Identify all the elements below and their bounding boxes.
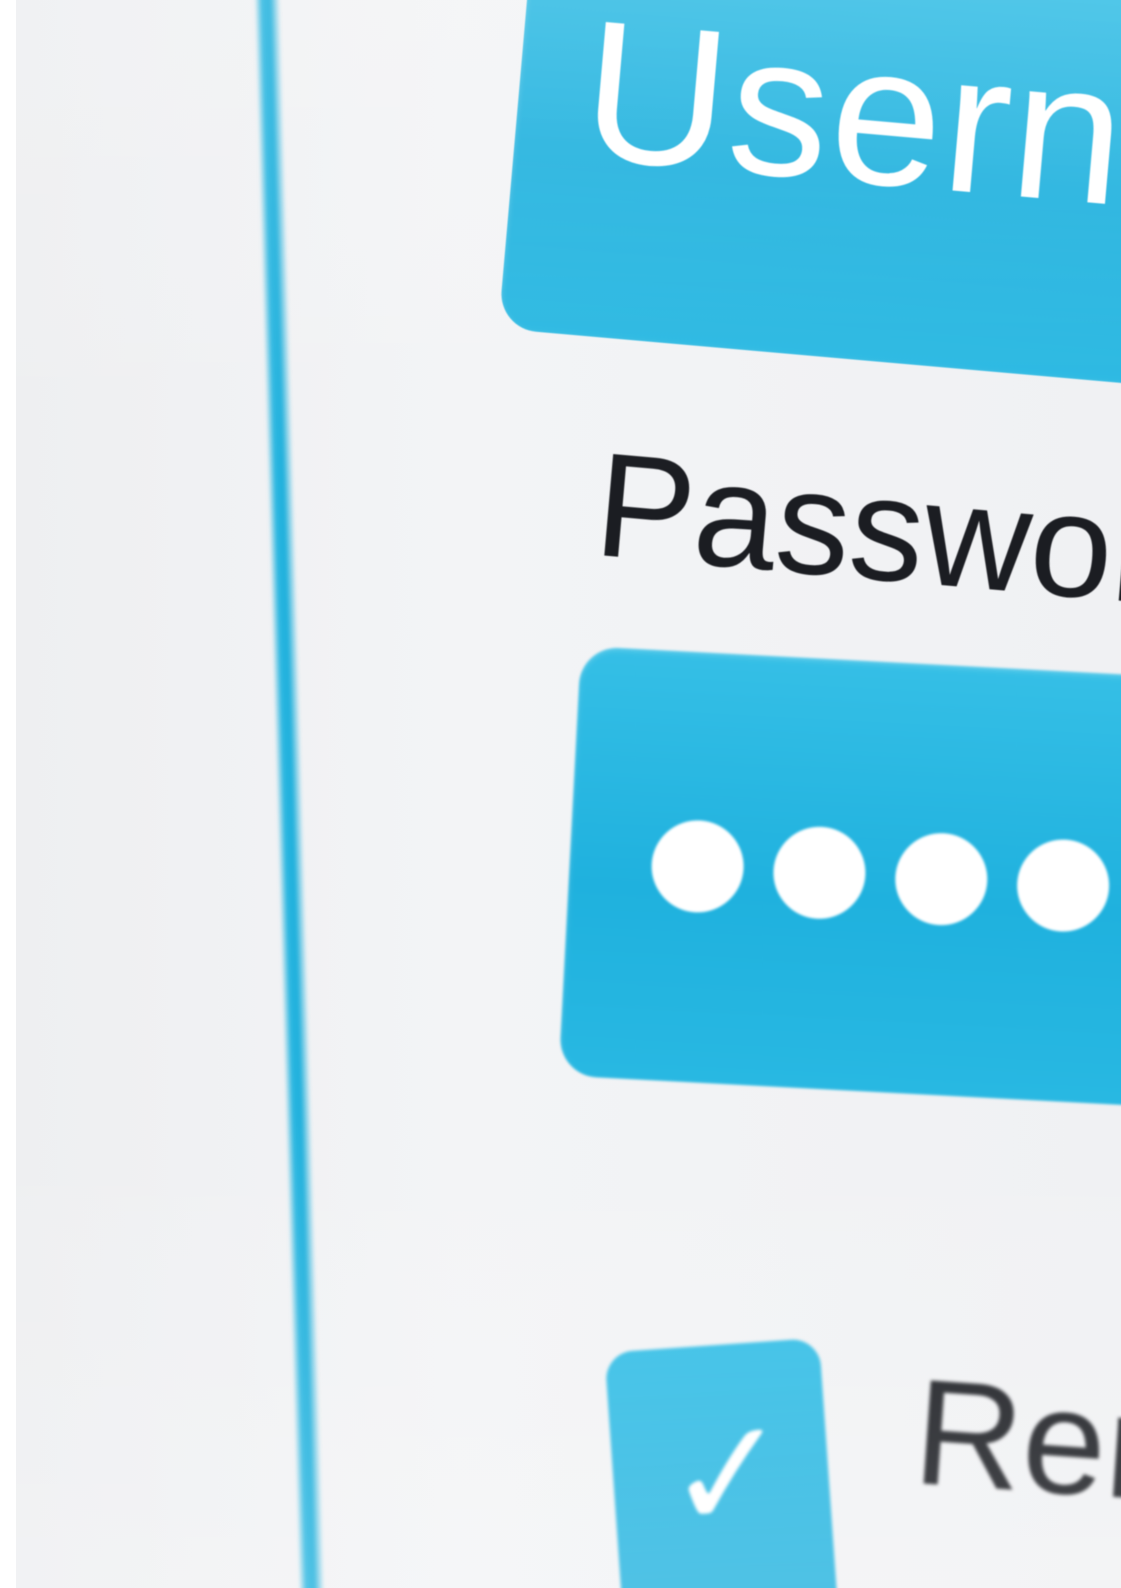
password-input[interactable] <box>558 646 1121 1114</box>
panel-border-line <box>254 0 326 1588</box>
password-dot <box>892 830 990 928</box>
username-value: Userna <box>574 0 1121 258</box>
password-dot <box>1014 837 1112 934</box>
password-dot <box>771 824 868 922</box>
remember-label[interactable]: Rem <box>909 1345 1121 1540</box>
password-label: Password <box>589 421 1121 643</box>
checkmark-icon: ✓ <box>659 1386 797 1563</box>
password-dot <box>649 818 746 915</box>
password-mask <box>649 818 1121 940</box>
username-input[interactable]: Userna <box>498 0 1121 395</box>
remember-checkbox[interactable]: ✓ <box>604 1337 839 1588</box>
login-screen: Userna Password ✓ Rem <box>16 0 1121 1588</box>
